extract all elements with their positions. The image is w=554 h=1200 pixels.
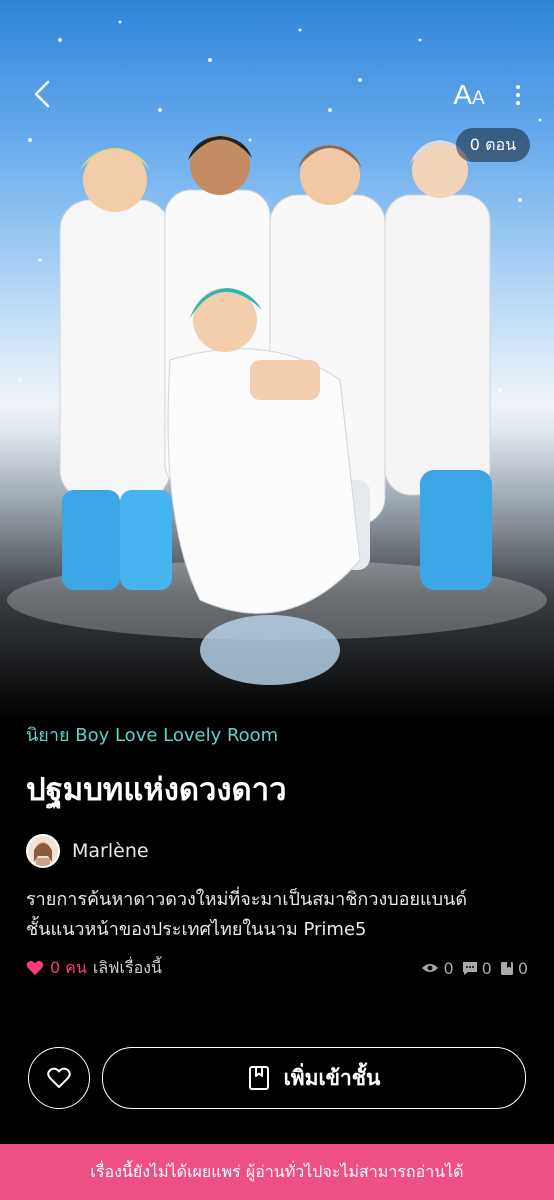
episodes-badge: 0 ตอน (455, 128, 530, 162)
more-dot-icon (516, 85, 520, 89)
stats-row: 0 คน เลิฟเรื่องนี้ 0 0 0 (26, 955, 528, 981)
counts-group: 0 0 0 (421, 959, 528, 978)
heart-outline-icon (47, 1067, 71, 1088)
book-bookmark-icon (248, 1066, 269, 1090)
likes-count: 0 คน (50, 957, 87, 977)
bookmarks-stat: 0 (500, 959, 528, 978)
book-icon (500, 961, 513, 975)
comments-stat: 0 (462, 959, 492, 978)
author-name: Marlène (72, 840, 149, 862)
author-row[interactable]: Marlène (26, 834, 528, 868)
font-size-icon-small: A (472, 88, 485, 109)
novel-description: รายการค้นหาดาวดวงใหม่ที่จะมาเป็นสมาชิกวง… (26, 885, 528, 945)
novel-title: ปฐมบทแห่งดวงดาว (26, 772, 287, 808)
bookmarks-count: 0 (517, 958, 528, 978)
category-label[interactable]: นิยาย Boy Love Lovely Room (26, 720, 528, 749)
chevron-left-icon (34, 80, 50, 108)
heart-filled-icon (26, 961, 44, 975)
likes-text: เลิฟเรื่องนี้ (92, 957, 162, 977)
like-button[interactable] (28, 1047, 90, 1109)
views-stat: 0 (421, 958, 454, 978)
back-button[interactable] (22, 74, 62, 114)
eye-icon (422, 964, 439, 972)
description-line: ชั้นแนวหน้าของประเทศไทยในนาม Prime5 (26, 919, 367, 940)
author-avatar (26, 834, 60, 868)
font-size-icon-big: A (453, 79, 472, 110)
likes-summary: 0 คน เลิฟเรื่องนี้ (26, 956, 162, 981)
description-line: รายการค้นหาดาวดวงใหม่ที่จะมาเป็นสมาชิกวง… (26, 889, 468, 910)
comment-icon (462, 961, 477, 975)
unpublished-notice: เรื่องนี้ยังไม่ได้เผยแพร่ ผู้อ่านทั่วไปจ… (0, 1144, 554, 1200)
more-dot-icon (516, 93, 520, 97)
avatar-image-icon (34, 842, 52, 866)
font-size-button[interactable]: AA (446, 78, 492, 112)
more-dot-icon (516, 101, 520, 105)
add-to-shelf-label: เพิ่มเข้าชั้น (283, 1065, 381, 1090)
more-options-button[interactable] (506, 76, 530, 114)
add-to-shelf-button[interactable]: เพิ่มเข้าชั้น (102, 1047, 526, 1109)
comments-count: 0 (481, 958, 492, 978)
views-count: 0 (443, 958, 454, 978)
